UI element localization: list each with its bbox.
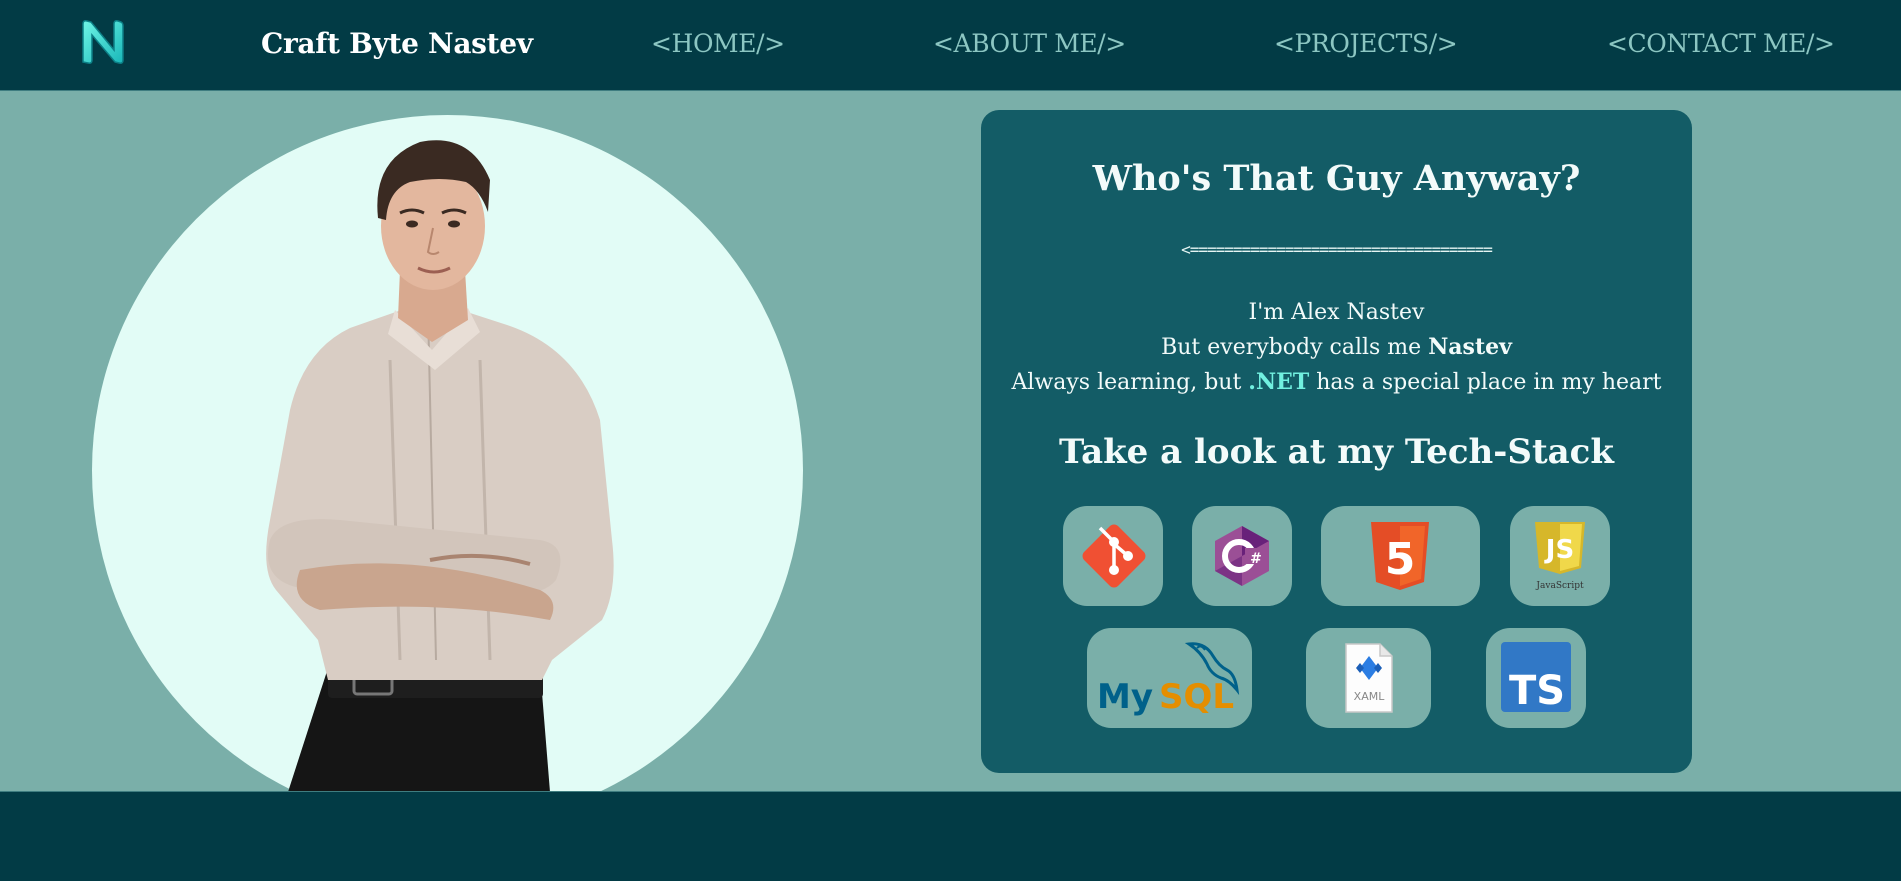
javascript-icon: JS JavaScript	[1535, 522, 1585, 591]
divider-line: <===================================	[1181, 240, 1493, 259]
nav-home-link[interactable]: <HOME/>	[651, 29, 785, 58]
html5-number: 5	[1385, 534, 1416, 585]
js-caption: JavaScript	[1535, 581, 1584, 591]
tech-tile-csharp[interactable]: #	[1192, 506, 1292, 606]
js-shield-text: JS	[1544, 535, 1574, 565]
mysql-text-my: My	[1097, 677, 1153, 717]
git-icon	[1082, 524, 1146, 588]
brand-title[interactable]: Craft Byte Nastev	[261, 27, 533, 60]
nav-contact-link[interactable]: <CONTACT ME/>	[1607, 29, 1835, 58]
bio-nickname: Nastev	[1428, 334, 1512, 360]
bio-line-2: But everybody calls me Nastev	[981, 330, 1692, 365]
tech-tile-javascript[interactable]: JS JavaScript	[1510, 506, 1610, 606]
about-title: Who's That Guy Anyway?	[1092, 158, 1581, 199]
xaml-text: XAML	[1354, 690, 1386, 703]
bio-line-1: I'm Alex Nastev	[1248, 300, 1425, 325]
mysql-icon: My SQL	[1097, 642, 1240, 717]
bio-line-3-prefix: Always learning, but	[1011, 370, 1249, 395]
tech-tile-mysql[interactable]: My SQL	[1087, 628, 1252, 728]
site-header: Craft Byte Nastev <HOME/> <ABOUT ME/> <P…	[0, 0, 1901, 91]
csharp-icon: #	[1215, 526, 1269, 586]
bio-line-2-prefix: But everybody calls me	[1161, 335, 1429, 360]
svg-text:#: #	[1250, 551, 1262, 567]
tech-tile-xaml[interactable]: XAML	[1306, 628, 1431, 728]
mysql-text-sql: SQL	[1159, 677, 1234, 717]
tech-tile-git[interactable]	[1063, 506, 1163, 606]
typescript-icon: TS	[1501, 642, 1571, 712]
tech-stack-title: Take a look at my Tech-Stack	[1059, 432, 1614, 472]
dotnet-highlight: .NET	[1248, 369, 1310, 395]
nav-about-link[interactable]: <ABOUT ME/>	[933, 29, 1126, 58]
site-footer	[0, 791, 1901, 881]
n-logo-icon[interactable]	[78, 18, 128, 66]
tech-tile-html5[interactable]: 5	[1321, 506, 1480, 606]
about-card: Who's That Guy Anyway? <================…	[981, 110, 1692, 773]
html5-icon: 5	[1371, 522, 1429, 590]
bio-line-3: Always learning, but .NET has a special …	[981, 365, 1692, 400]
ts-text: TS	[1509, 668, 1565, 712]
portrait-image	[266, 140, 614, 792]
nav-projects-link[interactable]: <PROJECTS/>	[1274, 29, 1458, 58]
bio-text: I'm Alex Nastev But everybody calls me N…	[981, 296, 1692, 400]
tech-tile-typescript[interactable]: TS	[1486, 628, 1586, 728]
xaml-icon: XAML	[1345, 643, 1393, 713]
bio-line-3-suffix: has a special place in my heart	[1309, 370, 1662, 395]
